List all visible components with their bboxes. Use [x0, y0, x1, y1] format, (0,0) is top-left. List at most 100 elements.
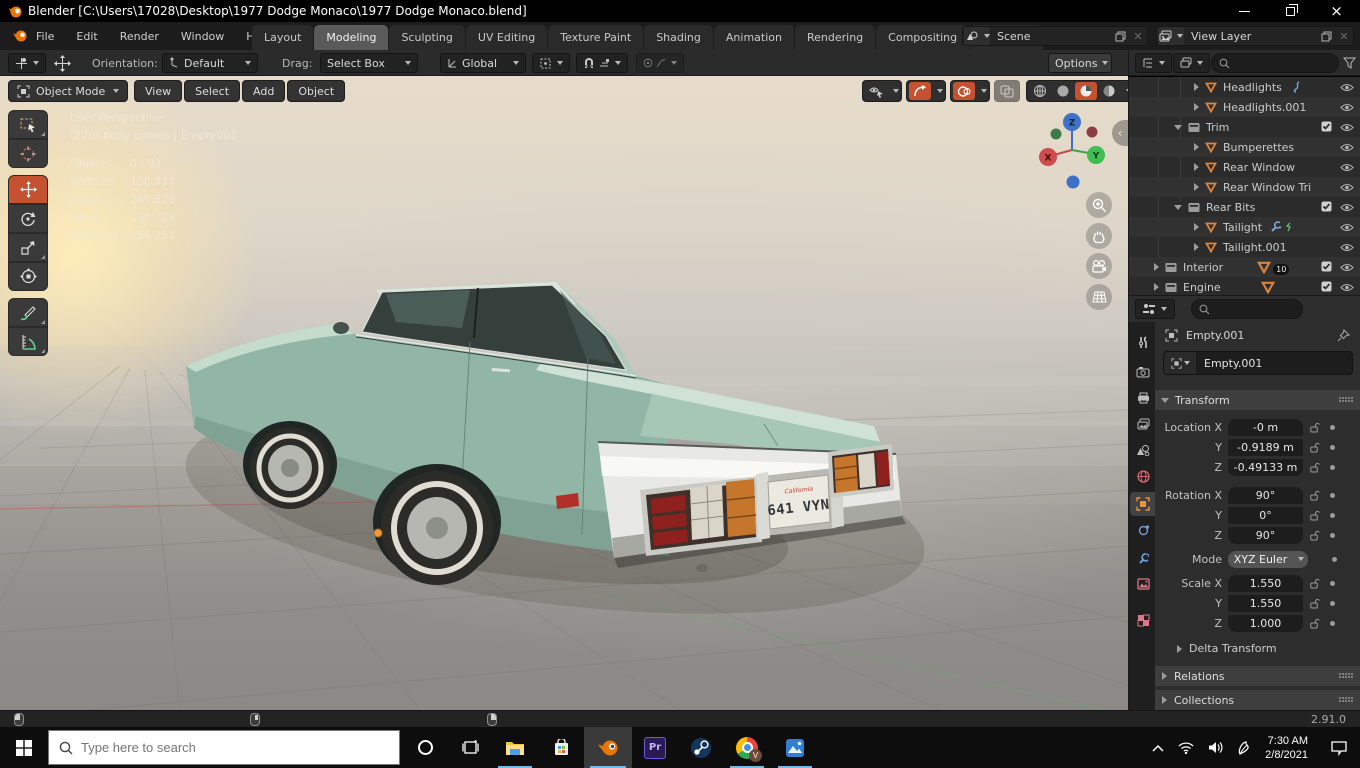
- properties-editor-type-dropdown[interactable]: [1135, 299, 1175, 319]
- lock-icon[interactable]: [1310, 490, 1320, 501]
- view-layer-selector[interactable]: View Layer ✕: [1156, 26, 1354, 46]
- lock-icon[interactable]: [1310, 462, 1320, 473]
- animate-dot[interactable]: [1332, 556, 1337, 562]
- camera-view-button[interactable]: [1086, 253, 1112, 279]
- volume-icon[interactable]: [1208, 741, 1223, 754]
- collapse-arrow[interactable]: [1174, 204, 1182, 210]
- shading-material-preview-button[interactable]: [1075, 82, 1097, 100]
- xray-toggle[interactable]: [994, 80, 1020, 102]
- active-tool-dropdown[interactable]: [8, 53, 46, 73]
- hide-eye-toggle[interactable]: [1340, 102, 1354, 115]
- tab-shading[interactable]: Shading: [644, 25, 713, 50]
- scene-selector[interactable]: Scene ✕: [962, 26, 1148, 46]
- transform-panel-header[interactable]: Transform: [1155, 390, 1360, 410]
- animate-dot[interactable]: [1330, 580, 1335, 586]
- close-button[interactable]: ×: [1314, 0, 1359, 22]
- show-gizmo-toggle[interactable]: [906, 80, 946, 102]
- outliner-item[interactable]: Bumperettes: [1129, 137, 1360, 157]
- rotation-z-field[interactable]: 90°: [1228, 526, 1303, 544]
- cortana-button[interactable]: [402, 727, 448, 768]
- viewport-menu-add[interactable]: Add: [242, 80, 286, 102]
- scene-tab[interactable]: [1130, 438, 1156, 462]
- tab-animation[interactable]: Animation: [713, 25, 794, 50]
- relations-panel-header[interactable]: Relations: [1155, 666, 1360, 686]
- viewport-menu-object[interactable]: Object: [287, 80, 346, 102]
- snap-target-icon[interactable]: [599, 58, 610, 69]
- output-tab[interactable]: [1130, 386, 1156, 410]
- animate-dot[interactable]: [1330, 532, 1335, 538]
- transform-orientation-dropdown[interactable]: Global: [440, 53, 526, 73]
- zoom-button[interactable]: [1086, 192, 1112, 218]
- tab-layout[interactable]: Layout: [252, 25, 314, 50]
- pen-icon[interactable]: [1237, 740, 1251, 755]
- gizmo-neg-x-axis[interactable]: [1086, 126, 1098, 138]
- hide-eye-toggle[interactable]: [1340, 242, 1354, 255]
- outliner-item[interactable]: Headlights: [1129, 77, 1360, 97]
- tab-rendering[interactable]: Rendering: [794, 25, 876, 50]
- unlink-scene-button[interactable]: ✕: [1129, 30, 1147, 43]
- show-overlays-toggle[interactable]: [950, 80, 990, 102]
- outliner-item[interactable]: Rear Window Tri: [1129, 177, 1360, 197]
- texture-tab[interactable]: [1130, 608, 1156, 632]
- pin-icon[interactable]: [1337, 328, 1350, 342]
- delta-transform-subpanel[interactable]: Delta Transform: [1177, 642, 1277, 655]
- hide-eye-toggle[interactable]: [1340, 162, 1354, 175]
- expand-arrow[interactable]: [1194, 103, 1199, 111]
- lock-icon[interactable]: [1310, 618, 1320, 629]
- cursor-tool[interactable]: [8, 139, 48, 168]
- animate-dot[interactable]: [1330, 512, 1335, 518]
- taskbar-clock[interactable]: 7:30 AM 2/8/2021: [1265, 734, 1308, 762]
- scale-tool[interactable]: [8, 233, 48, 262]
- menu-window[interactable]: Window: [181, 30, 224, 43]
- menu-edit[interactable]: Edit: [76, 30, 97, 43]
- outliner-collection[interactable]: Interior 10: [1129, 257, 1360, 277]
- expand-arrow[interactable]: [1194, 143, 1199, 151]
- rotation-y-field[interactable]: 0°: [1228, 506, 1303, 524]
- file-explorer-icon[interactable]: [492, 727, 538, 768]
- snap-controls[interactable]: [576, 53, 628, 73]
- scale-x-field[interactable]: 1.550: [1228, 574, 1303, 592]
- expand-arrow[interactable]: [1194, 243, 1199, 251]
- outliner-item[interactable]: Rear Window: [1129, 157, 1360, 177]
- hide-eye-toggle[interactable]: [1340, 182, 1354, 195]
- lock-icon[interactable]: [1310, 510, 1320, 521]
- lock-icon[interactable]: [1310, 422, 1320, 433]
- tab-texture-paint[interactable]: Texture Paint: [548, 25, 644, 50]
- annotate-tool[interactable]: [8, 298, 48, 327]
- move-tool-icon[interactable]: [54, 55, 71, 72]
- scale-y-field[interactable]: 1.550: [1228, 594, 1303, 612]
- rotate-tool[interactable]: [8, 204, 48, 233]
- filter-funnel-icon[interactable]: [1343, 57, 1356, 69]
- object-id-icon[interactable]: [1164, 352, 1196, 374]
- move-tool[interactable]: [8, 175, 48, 204]
- world-tab[interactable]: [1130, 464, 1156, 488]
- outliner-collection[interactable]: Engine: [1129, 277, 1360, 295]
- animate-dot[interactable]: [1330, 444, 1335, 450]
- hide-eye-toggle[interactable]: [1340, 262, 1354, 275]
- viewport-menu-view[interactable]: View: [134, 80, 183, 102]
- outliner-item[interactable]: Tailight: [1129, 217, 1360, 237]
- animate-dot[interactable]: [1330, 492, 1335, 498]
- animate-dot[interactable]: [1330, 600, 1335, 606]
- tab-uv-editing[interactable]: UV Editing: [465, 25, 548, 50]
- shading-solid-button[interactable]: [1052, 82, 1074, 100]
- taskbar-search-input[interactable]: [81, 740, 351, 755]
- panel-grip[interactable]: [1339, 697, 1354, 703]
- 3d-viewport[interactable]: California 641 VYN Object Mode View Sele…: [0, 76, 1128, 710]
- new-scene-button[interactable]: [1111, 31, 1129, 42]
- tab-compositing[interactable]: Compositing: [876, 25, 970, 50]
- lock-icon[interactable]: [1310, 598, 1320, 609]
- expand-arrow[interactable]: [1194, 163, 1199, 171]
- hide-eye-toggle[interactable]: [1340, 82, 1354, 95]
- outliner-item[interactable]: Headlights.001: [1129, 97, 1360, 117]
- chrome-icon[interactable]: V: [724, 727, 770, 768]
- lock-icon[interactable]: [1310, 578, 1320, 589]
- tray-expand-chevron[interactable]: [1152, 744, 1164, 752]
- animate-dot[interactable]: [1330, 620, 1335, 626]
- microsoft-store-icon[interactable]: [538, 727, 584, 768]
- scene-selector-value[interactable]: Scene: [991, 30, 1111, 43]
- collections-panel-header[interactable]: Collections: [1155, 690, 1360, 710]
- lock-icon[interactable]: [1310, 530, 1320, 541]
- outliner-filter-mode-dropdown[interactable]: [1173, 53, 1210, 73]
- hide-eye-toggle[interactable]: [1340, 122, 1354, 135]
